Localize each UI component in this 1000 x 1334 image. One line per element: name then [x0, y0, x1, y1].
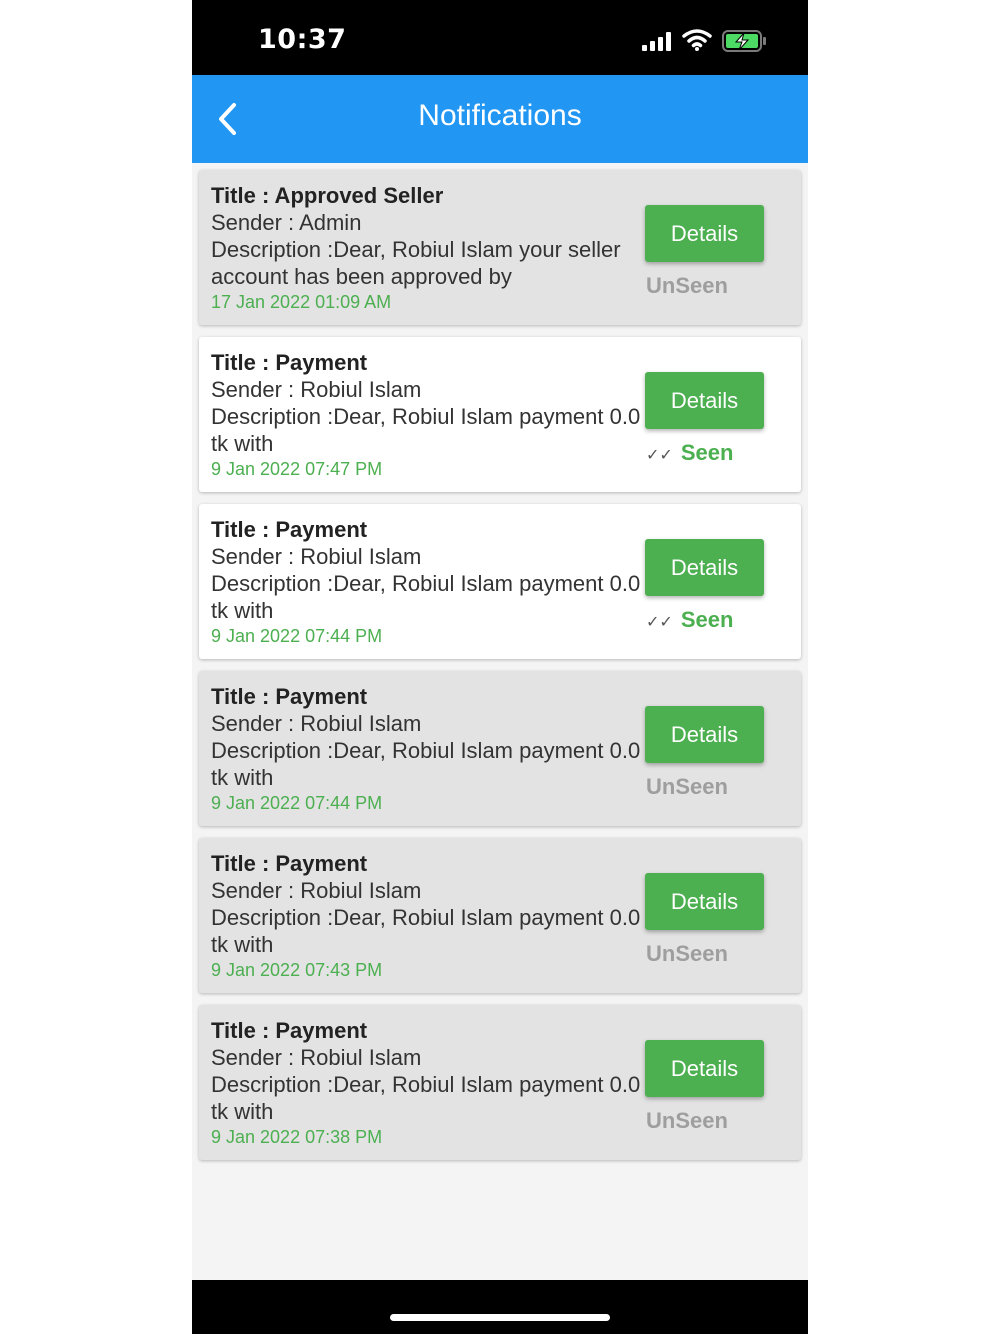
cellular-signal-icon [642, 31, 674, 51]
notification-title: Title : Approved Seller [211, 183, 444, 208]
notification-text: Title : Payment Sender : Robiul Islam De… [211, 516, 641, 648]
notification-description: Description :Dear, Robiul Islam your sel… [211, 237, 621, 262]
double-check-icon: ✓✓ [646, 447, 673, 464]
status-bar: 10:37 [192, 0, 808, 75]
seen-label: Seen [680, 440, 734, 465]
notification-sender: Sender : Robiul Islam [211, 711, 422, 736]
details-button[interactable]: Details [645, 1040, 764, 1097]
unseen-status: UnSeen [646, 273, 728, 298]
notification-description-cont: tk with [211, 431, 274, 456]
notification-text: Title : Payment Sender : Robiul Islam De… [211, 1017, 641, 1149]
details-button[interactable]: Details [645, 205, 764, 262]
notification-description: Description :Dear, Robiul Islam payment … [211, 905, 641, 930]
notification-description-cont: tk with [211, 598, 274, 623]
seen-status: ✓✓ Seen [646, 440, 733, 466]
battery-charging-icon [722, 30, 766, 52]
notification-card: Title : Approved Seller Sender : Admin D… [199, 170, 801, 325]
notification-date: 9 Jan 2022 07:44 PM [211, 793, 383, 813]
details-button[interactable]: Details [645, 372, 764, 429]
notification-date: 17 Jan 2022 01:09 AM [211, 292, 392, 312]
notification-text: Title : Approved Seller Sender : Admin D… [211, 182, 641, 314]
notification-text: Title : Payment Sender : Robiul Islam De… [211, 349, 641, 481]
notification-date: 9 Jan 2022 07:44 PM [211, 626, 383, 646]
details-button[interactable]: Details [645, 873, 764, 930]
notification-title: Title : Payment [211, 1018, 368, 1043]
notification-description: Description :Dear, Robiul Islam payment … [211, 1072, 641, 1097]
notification-title: Title : Payment [211, 350, 368, 375]
notification-title: Title : Payment [211, 684, 368, 709]
notification-sender: Sender : Robiul Islam [211, 377, 422, 402]
home-bar [192, 1280, 808, 1334]
notification-card: Title : Payment Sender : Robiul Islam De… [199, 504, 801, 659]
notification-title: Title : Payment [211, 517, 368, 542]
notification-sender: Sender : Robiul Islam [211, 878, 422, 903]
double-check-icon: ✓✓ [646, 614, 673, 631]
unseen-status: UnSeen [646, 941, 728, 966]
notification-sender: Sender : Admin [211, 210, 362, 235]
notification-date: 9 Jan 2022 07:38 PM [211, 1127, 383, 1147]
notification-card: Title : Payment Sender : Robiul Islam De… [199, 838, 801, 993]
notification-card: Title : Payment Sender : Robiul Islam De… [199, 337, 801, 492]
page-title: Notifications [418, 99, 582, 132]
notification-description: Description :Dear, Robiul Islam payment … [211, 571, 641, 596]
seen-status: ✓✓ Seen [646, 607, 733, 633]
notification-date: 9 Jan 2022 07:43 PM [211, 960, 383, 980]
notification-description-cont: tk with [211, 932, 274, 957]
notification-description: Description :Dear, Robiul Islam payment … [211, 404, 641, 429]
notification-text: Title : Payment Sender : Robiul Islam De… [211, 850, 641, 982]
app-bar: Notifications [192, 75, 808, 163]
notification-description-cont: account has been approved by [211, 264, 512, 289]
notification-description: Description :Dear, Robiul Islam payment … [211, 738, 641, 763]
notification-text: Title : Payment Sender : Robiul Islam De… [211, 683, 641, 815]
notification-card: Title : Payment Sender : Robiul Islam De… [199, 671, 801, 826]
notification-description-cont: tk with [211, 765, 274, 790]
details-button[interactable]: Details [645, 539, 764, 596]
notification-list: Title : Approved Seller Sender : Admin D… [199, 170, 801, 1172]
phone-screen: 10:37 Notifications Title : Approved Sel… [192, 0, 808, 1334]
notification-card: Title : Payment Sender : Robiul Islam De… [199, 1005, 801, 1160]
home-indicator[interactable] [390, 1314, 610, 1321]
unseen-status: UnSeen [646, 1108, 728, 1133]
status-time: 10:37 [258, 24, 347, 55]
notification-description-cont: tk with [211, 1099, 274, 1124]
details-button[interactable]: Details [645, 706, 764, 763]
notification-title: Title : Payment [211, 851, 368, 876]
notification-sender: Sender : Robiul Islam [211, 1045, 422, 1070]
notification-sender: Sender : Robiul Islam [211, 544, 422, 569]
seen-label: Seen [680, 607, 734, 632]
unseen-status: UnSeen [646, 774, 728, 799]
wifi-icon [682, 29, 712, 51]
notification-date: 9 Jan 2022 07:47 PM [211, 459, 383, 479]
